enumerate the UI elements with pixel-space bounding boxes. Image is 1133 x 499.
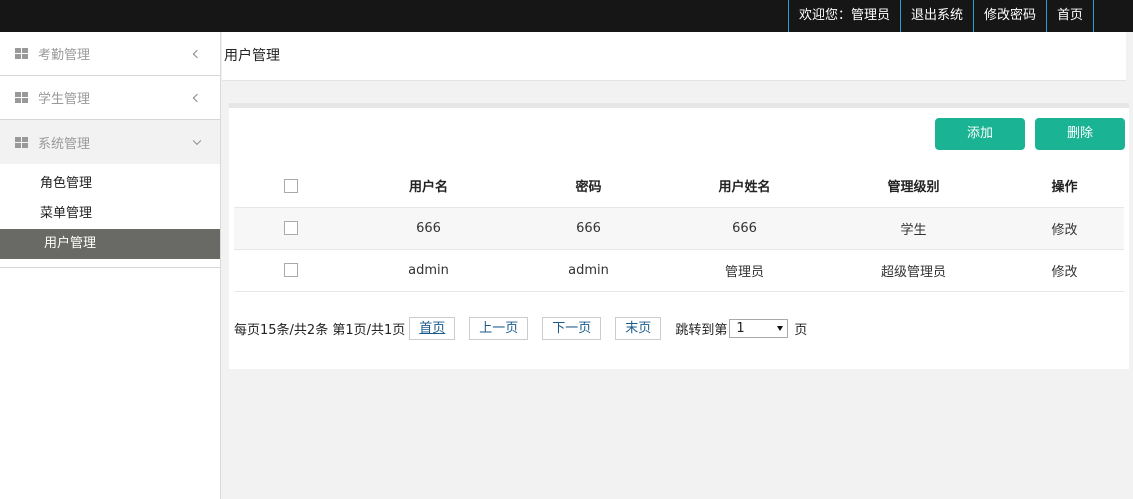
sidebar-group-students[interactable]: 学生管理 <box>0 76 220 120</box>
column-header-password: 密码 <box>575 180 602 196</box>
jump-suffix-label: 页 <box>794 322 808 338</box>
column-header-name: 用户姓名 <box>718 180 771 196</box>
column-header-action: 操作 <box>1051 180 1078 196</box>
cell-username: 666 <box>347 207 510 250</box>
edit-link[interactable]: 修改 <box>1005 207 1124 250</box>
pagination-summary: 每页15条/共2条 第1页/共1页 <box>234 322 406 338</box>
sidebar-group-label: 学生管理 <box>38 92 91 107</box>
sidebar-group-system[interactable]: 系统管理 <box>0 120 220 164</box>
cell-username: admin <box>347 249 510 292</box>
pagination: 每页15条/共2条 第1页/共1页 首页 上一页 下一页 末页 跳转到第 1 页 <box>234 316 807 340</box>
cell-password: 666 <box>510 207 667 250</box>
next-page-button[interactable]: 下一页 <box>542 316 602 340</box>
welcome-text: 欢迎您：管理员 <box>787 0 900 32</box>
chevron-left-icon <box>192 49 202 58</box>
table-row: admin admin 管理员 超级管理员 修改 <box>234 249 1124 292</box>
prev-page-button[interactable]: 上一页 <box>469 316 529 340</box>
table-row: 666 666 666 学生 修改 <box>234 207 1124 250</box>
cell-name: 666 <box>667 207 822 250</box>
grid-icon <box>15 48 28 59</box>
cell-level: 超级管理员 <box>822 249 1005 292</box>
sidebar-item-roles[interactable]: 角色管理 <box>0 169 220 199</box>
home-link[interactable]: 首页 <box>1045 0 1094 32</box>
grid-icon <box>15 92 28 103</box>
sidebar-item-users[interactable]: 用户管理 <box>0 229 220 259</box>
column-header-username: 用户名 <box>408 180 448 196</box>
table-header-row: 用户名 密码 用户姓名 管理级别 操作 <box>234 165 1124 207</box>
first-page-button[interactable]: 首页 <box>409 316 456 340</box>
column-header-level: 管理级别 <box>887 180 940 196</box>
delete-button[interactable]: 删除 <box>1035 118 1125 150</box>
cell-name: 管理员 <box>667 249 822 292</box>
sidebar-submenu: 角色管理 菜单管理 用户管理 <box>0 164 220 268</box>
chevron-down-icon <box>192 136 202 146</box>
last-page-button[interactable]: 末页 <box>615 316 662 340</box>
cell-level: 学生 <box>822 207 1005 250</box>
sidebar-group-label: 考勤管理 <box>38 48 91 63</box>
page-select-value: 1 <box>736 320 745 336</box>
cell-password: admin <box>510 249 667 292</box>
row-select-cell <box>234 249 347 292</box>
top-bar: 欢迎您：管理员 退出系统 修改密码 首页 <box>0 0 1133 32</box>
users-table: 用户名 密码 用户姓名 管理级别 操作 666 666 666 学生 修改 ad… <box>234 165 1124 292</box>
logout-link[interactable]: 退出系统 <box>899 0 973 32</box>
sidebar-item-menus[interactable]: 菜单管理 <box>0 199 220 229</box>
dropdown-arrow-icon <box>777 325 784 331</box>
top-nav: 欢迎您：管理员 退出系统 修改密码 首页 <box>787 0 1094 32</box>
row-checkbox[interactable] <box>283 263 298 277</box>
content-panel: 添加 删除 用户名 密码 用户姓名 管理级别 操作 666 666 666 学生… <box>229 103 1129 369</box>
page-title: 用户管理 <box>222 32 1126 81</box>
change-password-link[interactable]: 修改密码 <box>972 0 1046 32</box>
row-checkbox[interactable] <box>283 221 298 235</box>
edit-link[interactable]: 修改 <box>1005 249 1124 292</box>
select-all-cell <box>234 165 347 207</box>
grid-icon <box>15 136 28 148</box>
sidebar: 考勤管理 学生管理 系统管理 角色管理 菜单管理 用户管理 <box>0 32 221 499</box>
jump-prefix-label: 跳转到第 <box>675 322 728 338</box>
select-all-checkbox[interactable] <box>283 178 298 193</box>
sidebar-group-attendance[interactable]: 考勤管理 <box>0 32 220 76</box>
chevron-left-icon <box>192 93 202 102</box>
sidebar-group-label: 系统管理 <box>38 136 91 152</box>
add-button[interactable]: 添加 <box>935 118 1025 150</box>
row-select-cell <box>234 207 347 250</box>
page-select[interactable]: 1 <box>729 318 789 338</box>
